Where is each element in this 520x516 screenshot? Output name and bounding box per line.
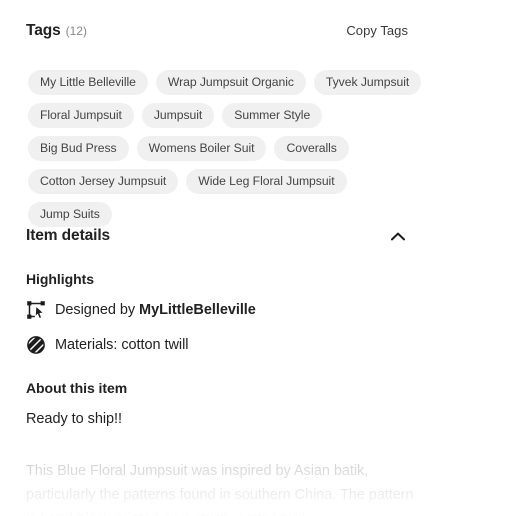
tags-count: (12) xyxy=(65,24,87,38)
tag-pill[interactable]: Floral Jumpsuit xyxy=(28,103,134,128)
tag-pill[interactable]: Summer Style xyxy=(222,103,323,128)
tag-pill[interactable]: Tyvek Jumpsuit xyxy=(313,70,422,95)
tags-header: Tags (12) Copy Tags xyxy=(26,22,408,40)
design-vector-cursor-icon xyxy=(26,300,46,320)
chevron-up-icon[interactable] xyxy=(388,226,408,246)
tag-pill[interactable]: Coveralls xyxy=(274,136,349,161)
about-this-item-heading: About this item xyxy=(26,380,128,396)
tag-list: My Little Belleville Wrap Jumpsuit Organi… xyxy=(28,70,428,227)
highlight-materials-row: Materials: cotton twill xyxy=(26,335,188,355)
item-details-heading: Item details xyxy=(26,227,111,244)
copy-tags-button[interactable]: Copy Tags xyxy=(346,23,408,38)
tag-pill[interactable]: Jump Suits xyxy=(28,202,112,227)
yarn-ball-icon xyxy=(26,335,46,355)
tag-pill[interactable]: My Little Belleville xyxy=(28,70,148,95)
about-description: This Blue Floral Jumpsuit was inspired b… xyxy=(26,463,414,516)
item-details-header[interactable]: Item details xyxy=(26,226,408,246)
about-ready-text: Ready to ship!! xyxy=(26,411,122,427)
highlight-materials-text: Materials: cotton twill xyxy=(55,337,189,353)
tag-pill[interactable]: Wrap Jumpsuit Organic xyxy=(155,70,306,95)
item-details-panel: Tags (12) Copy Tags My Little Belleville… xyxy=(0,0,520,516)
highlights-heading: Highlights xyxy=(26,271,94,287)
tag-pill[interactable]: Big Bud Press xyxy=(28,136,129,161)
highlight-designer-text: Designed by MyLittleBelleville xyxy=(55,300,256,320)
designer-name: MyLittleBelleville xyxy=(139,302,256,318)
tag-pill[interactable]: Cotton Jersey Jumpsuit xyxy=(28,169,179,194)
highlight-designer-row: Designed by MyLittleBelleville xyxy=(26,300,256,320)
tags-title-group: Tags (12) xyxy=(26,22,87,40)
tag-pill[interactable]: Womens Boiler Suit xyxy=(136,136,267,161)
tag-pill[interactable]: Wide Leg Floral Jumpsuit xyxy=(186,169,347,194)
tag-pill[interactable]: Jumpsuit xyxy=(141,103,215,128)
tags-heading: Tags xyxy=(26,22,61,39)
designed-by-prefix: Designed by xyxy=(55,302,140,318)
